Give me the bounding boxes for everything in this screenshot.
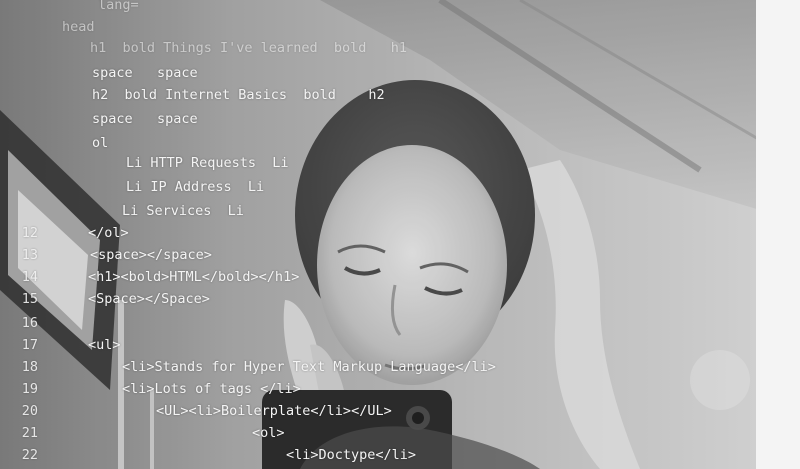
- background-photo: [0, 0, 800, 469]
- double-exposure-photo: [0, 0, 800, 469]
